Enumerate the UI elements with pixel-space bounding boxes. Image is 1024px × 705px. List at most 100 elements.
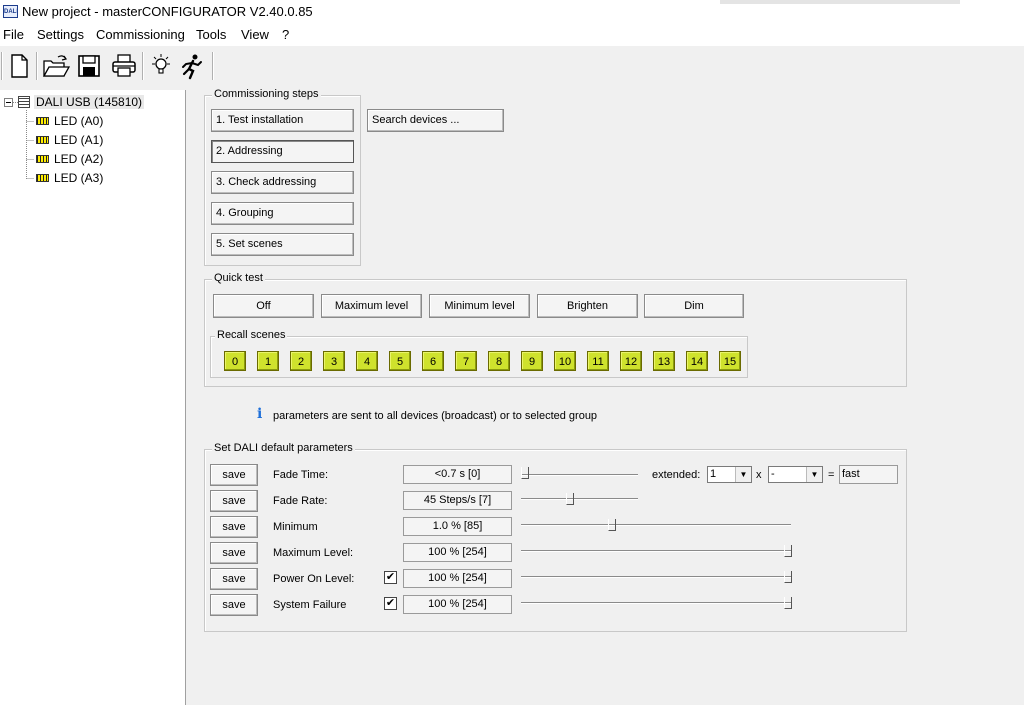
system-failure-slider-thumb[interactable] <box>784 597 792 609</box>
toolbar <box>0 46 1024 88</box>
times-sign: x <box>756 469 762 481</box>
device-tree: DALI USB (145810) LED (A0) LED (A1) LED … <box>0 90 186 705</box>
save-maximum-level-button[interactable]: save <box>210 542 258 564</box>
fade-time-label: Fade Time: <box>273 469 329 481</box>
new-document-icon[interactable] <box>6 52 32 80</box>
scene-11-button[interactable]: 11 <box>587 351 609 371</box>
led-icon <box>36 154 49 163</box>
scene-12-button[interactable]: 12 <box>620 351 642 371</box>
tree-item-led[interactable]: LED (A2) <box>36 150 103 168</box>
fade-rate-label: Fade Rate: <box>273 495 328 507</box>
chevron-down-icon[interactable]: ▼ <box>806 467 822 482</box>
fade-rate-slider-thumb[interactable] <box>566 493 574 505</box>
tree-root-label: DALI USB (145810) <box>34 95 145 109</box>
multiplier-select[interactable]: - ▼ <box>768 466 823 483</box>
info-icon: i <box>257 406 263 422</box>
tree-item-led[interactable]: LED (A3) <box>36 169 103 187</box>
equals-sign: = <box>828 469 835 481</box>
scene-2-button[interactable]: 2 <box>290 351 312 371</box>
minimum-level-button[interactable]: Minimum level <box>429 294 530 318</box>
search-devices-button[interactable]: Search devices ... <box>367 109 504 132</box>
fade-time-slider-thumb[interactable] <box>521 467 529 479</box>
tree-item-label: LED (A1) <box>54 133 104 147</box>
menu-tools[interactable]: Tools <box>196 27 226 42</box>
system-failure-checkbox[interactable]: ✔ <box>384 597 397 610</box>
tree-item-dali-usb[interactable]: DALI USB (145810) <box>18 93 145 111</box>
scene-14-button[interactable]: 14 <box>686 351 708 371</box>
scene-1-button[interactable]: 1 <box>257 351 279 371</box>
print-icon[interactable] <box>110 52 136 80</box>
menu-commissioning[interactable]: Commissioning <box>96 27 185 42</box>
extended-select-value: 1 <box>710 468 717 480</box>
menu-view[interactable]: View <box>241 27 269 42</box>
menu-bar: File Settings Commissioning Tools View ? <box>0 24 1024 46</box>
tree-item-led[interactable]: LED (A0) <box>36 112 103 130</box>
extended-label: extended: <box>652 469 701 481</box>
minimum-label: Minimum <box>273 521 318 533</box>
led-icon <box>36 135 49 144</box>
led-icon <box>36 173 49 182</box>
scene-10-button[interactable]: 10 <box>554 351 576 371</box>
scene-13-button[interactable]: 13 <box>653 351 675 371</box>
step-addressing-button[interactable]: 2. Addressing <box>211 140 354 163</box>
save-power-on-level-button[interactable]: save <box>210 568 258 590</box>
step-grouping-button[interactable]: 4. Grouping <box>211 202 354 225</box>
scene-9-button[interactable]: 9 <box>521 351 543 371</box>
scene-0-button[interactable]: 0 <box>224 351 246 371</box>
scene-7-button[interactable]: 7 <box>455 351 477 371</box>
power-on-level-checkbox[interactable]: ✔ <box>384 571 397 584</box>
quick-test-group: Quick test Off Maximum level Minimum lev… <box>204 272 907 387</box>
save-system-failure-button[interactable]: save <box>210 594 258 616</box>
save-minimum-button[interactable]: save <box>210 516 258 538</box>
save-fade-rate-button[interactable]: save <box>210 490 258 512</box>
fade-time-value: <0.7 s [0] <box>403 465 512 484</box>
scene-6-button[interactable]: 6 <box>422 351 444 371</box>
extended-select[interactable]: 1 ▼ <box>707 466 752 483</box>
tree-item-led[interactable]: LED (A1) <box>36 131 103 149</box>
commissioning-steps-group: Commissioning steps 1. Test installation… <box>204 88 361 266</box>
tree-item-label: LED (A2) <box>54 152 104 166</box>
power-on-level-slider-thumb[interactable] <box>784 571 792 583</box>
app-icon: DALI <box>3 5 18 18</box>
scene-8-button[interactable]: 8 <box>488 351 510 371</box>
scene-4-button[interactable]: 4 <box>356 351 378 371</box>
menu-file[interactable]: File <box>3 27 24 42</box>
save-fade-time-button[interactable]: save <box>210 464 258 486</box>
step-test-installation-button[interactable]: 1. Test installation <box>211 109 354 132</box>
minimum-slider-thumb[interactable] <box>608 519 616 531</box>
step-set-scenes-button[interactable]: 5. Set scenes <box>211 233 354 256</box>
save-disk-icon[interactable] <box>76 52 102 80</box>
title-bar: DALI New project - masterCONFIGURATOR V2… <box>0 0 1024 24</box>
fade-rate-slider-track <box>521 498 638 500</box>
brighten-button[interactable]: Brighten <box>537 294 638 318</box>
scene-3-button[interactable]: 3 <box>323 351 345 371</box>
toolbar-separator <box>212 52 214 80</box>
open-folder-icon[interactable] <box>42 52 71 80</box>
off-button[interactable]: Off <box>213 294 314 318</box>
system-failure-label: System Failure <box>273 599 347 611</box>
menu-help[interactable]: ? <box>282 27 289 42</box>
chevron-down-icon[interactable]: ▼ <box>735 467 751 482</box>
tree-item-label: LED (A0) <box>54 114 104 128</box>
scene-5-button[interactable]: 5 <box>389 351 411 371</box>
maximum-level-button[interactable]: Maximum level <box>321 294 422 318</box>
fade-rate-value: 45 Steps/s [7] <box>403 491 512 510</box>
toolbar-separator <box>142 52 144 80</box>
dim-button[interactable]: Dim <box>644 294 744 318</box>
group-title: Commissioning steps <box>212 88 321 100</box>
step-check-addressing-button[interactable]: 3. Check addressing <box>211 171 354 194</box>
scene-15-button[interactable]: 15 <box>719 351 741 371</box>
power-on-level-value: 100 % [254] <box>403 569 512 588</box>
multiplier-select-value: - <box>771 468 775 480</box>
maximum-level-slider-thumb[interactable] <box>784 545 792 557</box>
maximum-level-slider-track <box>521 550 791 552</box>
info-text: parameters are sent to all devices (broa… <box>273 410 598 422</box>
menu-settings[interactable]: Settings <box>37 27 84 42</box>
toolbar-separator <box>36 52 38 80</box>
toolbar-separator <box>1 52 3 80</box>
led-icon <box>36 116 49 125</box>
maximum-level-label: Maximum Level: <box>273 547 354 559</box>
power-on-level-slider-track <box>521 576 791 578</box>
light-bulb-icon[interactable] <box>148 52 174 80</box>
running-man-icon[interactable] <box>178 52 204 80</box>
